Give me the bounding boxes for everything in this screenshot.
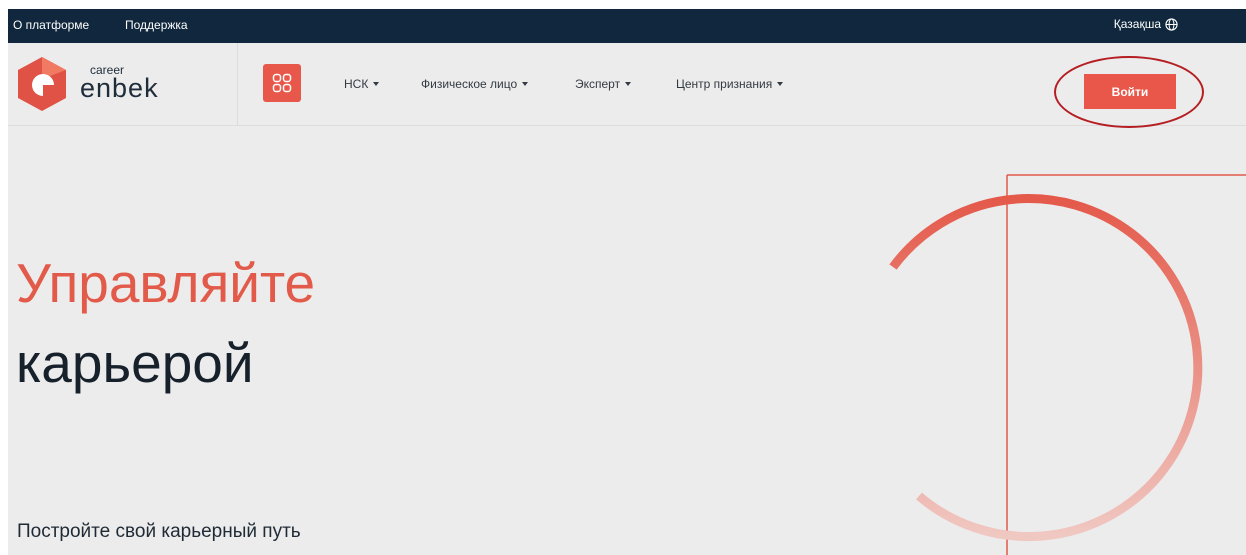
hero-title-line2: карьерой bbox=[16, 332, 254, 394]
hero-subtitle: Постройте свой карьерный путь bbox=[17, 521, 301, 542]
hero-title-line1: Управляйте bbox=[16, 252, 316, 314]
page-frame: О платформе Поддержка Қазақша career enb… bbox=[8, 9, 1246, 555]
